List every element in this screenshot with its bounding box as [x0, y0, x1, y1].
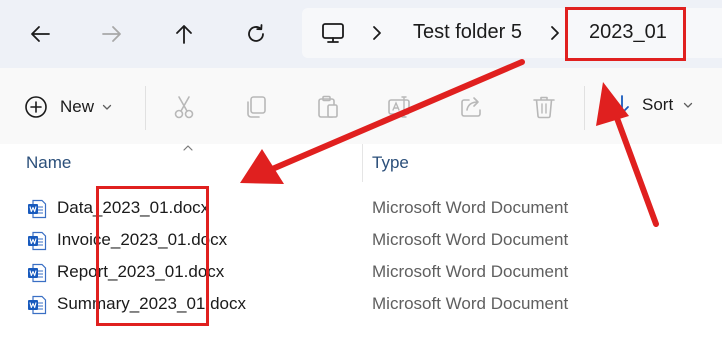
column-header-type[interactable]: Type	[372, 153, 409, 173]
rename-icon	[388, 96, 410, 118]
share-button[interactable]	[457, 92, 487, 122]
refresh-icon	[248, 24, 264, 42]
annotation-box-file-date-suffix	[96, 186, 209, 326]
file-type: Microsoft Word Document	[372, 262, 569, 281]
file-type: Microsoft Word Document	[372, 294, 569, 313]
file-type: Microsoft Word Document	[372, 198, 569, 217]
this-pc-icon[interactable]	[320, 20, 346, 51]
command-bar: New Sort	[0, 68, 722, 145]
sort-button[interactable]: Sort	[612, 94, 693, 116]
arrow-left-icon	[31, 26, 50, 42]
separator	[145, 86, 146, 130]
back-button[interactable]	[20, 14, 60, 54]
copy-icon	[247, 96, 266, 118]
plus-circle-icon	[25, 96, 47, 118]
refresh-button[interactable]	[236, 14, 276, 54]
separator	[584, 86, 585, 130]
file-type: Microsoft Word Document	[372, 230, 569, 249]
word-document-icon	[28, 295, 47, 315]
column-header-name[interactable]: Name	[26, 153, 71, 173]
new-label: New	[60, 97, 95, 116]
breadcrumb-test-folder-5[interactable]: Test folder 5	[413, 21, 522, 44]
chevron-down-icon	[684, 102, 693, 108]
delete-button[interactable]	[529, 92, 559, 122]
cut-button[interactable]	[169, 92, 199, 122]
sort-label: Sort	[642, 95, 674, 114]
arrow-right-icon	[102, 26, 121, 42]
delete-icon	[533, 96, 555, 119]
column-header: Name Type	[0, 144, 722, 182]
up-button[interactable]	[164, 14, 204, 54]
paste-icon	[318, 95, 338, 118]
share-icon	[461, 97, 481, 117]
word-document-icon	[28, 231, 47, 251]
chevron-right-icon[interactable]	[370, 22, 384, 49]
cut-icon	[174, 96, 194, 119]
column-resize-handle[interactable]	[362, 144, 363, 182]
arrow-up-icon	[176, 25, 192, 44]
word-document-icon	[28, 199, 47, 219]
sort-ascending-icon	[183, 145, 193, 151]
new-button[interactable]: New	[24, 94, 112, 120]
rename-button[interactable]	[385, 92, 415, 122]
chevron-right-icon[interactable]	[548, 22, 562, 49]
annotation-box-folder-name	[565, 7, 686, 61]
word-document-icon	[28, 263, 47, 283]
copy-button[interactable]	[241, 92, 271, 122]
sort-icon	[615, 95, 629, 114]
forward-button[interactable]	[92, 14, 132, 54]
chevron-down-icon	[102, 104, 112, 110]
paste-button[interactable]	[313, 92, 343, 122]
